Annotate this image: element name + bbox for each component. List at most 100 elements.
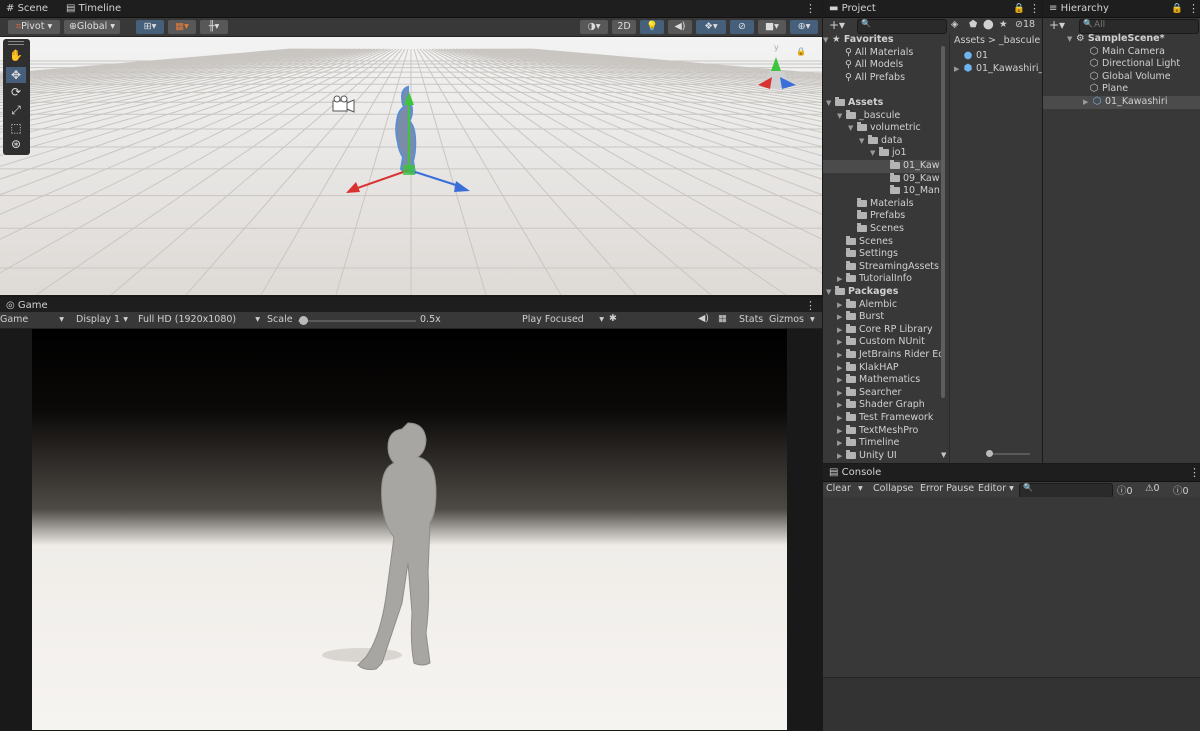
project-tree-item[interactable]: ▼ _bascule xyxy=(823,109,943,123)
stats-grid-icon[interactable]: ▦ xyxy=(718,313,727,324)
project-tree-item[interactable]: ▶ Burst xyxy=(823,311,943,324)
console-menu-dots[interactable]: ⋮ xyxy=(1189,466,1200,479)
scale-slider[interactable] xyxy=(298,316,416,325)
project-tree-item[interactable]: ▼ jo1 xyxy=(823,147,943,160)
audio-toggle[interactable]: ◀) xyxy=(668,20,692,34)
icon-size-slider-thumb[interactable] xyxy=(986,450,993,457)
project-tree-item[interactable]: ▶ KlakHAP xyxy=(823,361,943,375)
collapse-button[interactable]: Collapse xyxy=(873,483,913,494)
rect-tool-icon[interactable]: ⬚ xyxy=(6,121,26,137)
collapse-arrow-icon[interactable]: ▶ xyxy=(837,299,846,312)
scene-visibility-toggle[interactable]: ⊘ xyxy=(730,20,754,34)
project-tree-item[interactable]: ▶ Core RP Library xyxy=(823,323,943,337)
scene-root[interactable]: ▼ ⚙ SampleScene* xyxy=(1043,33,1200,46)
hierarchy-item[interactable]: ▶ ⬡ 01_Kawashiri xyxy=(1043,96,1200,109)
stats-button[interactable]: Stats xyxy=(739,314,763,325)
gizmos-dropdown[interactable]: ⊕▾ xyxy=(790,20,818,34)
project-tree-item[interactable]: ▶ Unity UI xyxy=(823,449,943,462)
game-menu-dots[interactable]: ⋮ xyxy=(805,299,816,312)
scene-character[interactable] xyxy=(0,37,822,295)
draw-mode-dropdown[interactable]: ◑▾ xyxy=(580,20,608,34)
lock-icon[interactable]: 🔒 xyxy=(1171,3,1183,14)
collapse-arrow-icon[interactable]: ▶ xyxy=(837,324,846,337)
project-tree-item[interactable]: Scenes xyxy=(823,235,943,249)
tree-scrollbar[interactable] xyxy=(941,46,945,398)
project-tree-item[interactable]: ▶ Alembic xyxy=(823,298,943,312)
project-tree-item[interactable]: ▶ JetBrains Rider Ed xyxy=(823,349,943,362)
hierarchy-item[interactable]: ⬡ Plane xyxy=(1043,83,1200,96)
collapse-arrow-icon[interactable]: ▶ xyxy=(837,349,846,362)
project-tree-item[interactable]: 10_Man xyxy=(823,185,943,198)
project-tree-item[interactable]: Scenes xyxy=(823,223,943,236)
collapse-arrow-icon[interactable]: ▶ xyxy=(837,336,846,349)
error-pause-button[interactable]: Error Pause xyxy=(920,483,974,494)
console-log-area[interactable] xyxy=(823,497,1200,677)
display-dropdown[interactable]: Display 1 ▾ xyxy=(76,314,128,325)
hidden-packages-icon[interactable]: ⊘18 xyxy=(1015,19,1035,30)
character-outline[interactable] xyxy=(395,85,417,175)
breadcrumb-assets[interactable]: Assets xyxy=(954,35,985,46)
camera-gizmo-icon[interactable] xyxy=(330,95,356,115)
collapse-arrow-icon[interactable]: ▶ xyxy=(837,374,846,387)
project-tree-item[interactable]: ▼ data xyxy=(823,134,943,148)
favorites-header[interactable]: ▼ ★ Favorites xyxy=(823,34,943,47)
move-tool-icon[interactable]: ✥ xyxy=(6,67,26,83)
transform-tool-icon[interactable]: ⊛ xyxy=(6,137,26,153)
breadcrumb-bascule[interactable]: _bascule xyxy=(999,35,1040,46)
pivot-dropdown[interactable]: ⌗Pivot ▾ xyxy=(8,20,60,34)
overlay-grip[interactable] xyxy=(8,41,24,45)
collapse-arrow-icon[interactable]: ▶ xyxy=(837,450,846,462)
grid-snap-button[interactable]: ⊞▾ xyxy=(136,20,164,34)
bug-icon[interactable]: ✱ xyxy=(609,313,617,324)
lighting-toggle[interactable]: 💡 xyxy=(640,20,664,34)
expand-arrow-icon[interactable]: ▼ xyxy=(848,122,857,135)
favorite-item[interactable]: ⚲ All Prefabs xyxy=(823,72,943,85)
expand-arrow-icon[interactable]: ▼ xyxy=(826,97,835,110)
log-count-toggle[interactable]: ⓘ0 xyxy=(1117,483,1133,497)
collapse-arrow-icon[interactable]: ▶ xyxy=(837,425,846,438)
resolution-dropdown[interactable]: Full HD (1920x1080) ▾ xyxy=(138,314,260,325)
editor-dropdown[interactable]: Editor ▾ xyxy=(978,483,1014,494)
scale-tool-icon[interactable]: ⤢ xyxy=(6,103,26,119)
project-tree-item[interactable]: ▶ TextMeshPro xyxy=(823,424,943,438)
z-axis-arrow[interactable] xyxy=(454,181,470,192)
lock-icon[interactable]: 🔒 xyxy=(1013,3,1025,14)
mute-audio-icon[interactable]: ◀) xyxy=(698,313,709,324)
tab-console[interactable]: ▤ Console xyxy=(825,464,887,482)
project-tree-item[interactable]: Settings xyxy=(823,248,943,261)
console-search-input[interactable]: 🔍 xyxy=(1019,483,1113,498)
play-mode-dropdown[interactable]: Play Focused ▾ xyxy=(522,314,604,325)
create-object-button[interactable]: +▾ xyxy=(1049,18,1065,32)
project-tree-item[interactable]: ▶ Shader Graph xyxy=(823,399,943,412)
console-detail-area[interactable] xyxy=(823,677,1200,731)
scene-viewport[interactable]: y 🔒 ✋ ✥ ⟳ ⤢ ⬚ ⊛ xyxy=(0,37,822,295)
favorite-item[interactable]: ⚲ All Models xyxy=(823,59,943,72)
expand-arrow-icon[interactable]: ▼ xyxy=(837,110,846,123)
global-dropdown[interactable]: ⊕Global ▾ xyxy=(64,20,120,34)
hand-tool-icon[interactable]: ✋ xyxy=(6,49,26,65)
warning-count-toggle[interactable]: ⚠0 xyxy=(1145,483,1160,494)
z-axis-handle[interactable] xyxy=(408,169,463,188)
create-asset-button[interactable]: +▾ xyxy=(829,18,845,32)
expand-arrow-icon[interactable]: ▼ xyxy=(826,286,835,299)
error-count-toggle[interactable]: ⓘ0 xyxy=(1173,483,1189,497)
project-tree-item[interactable]: ▼ Assets xyxy=(823,97,943,110)
favorite-star-icon[interactable]: ★ xyxy=(999,19,1008,30)
project-tree-item[interactable]: 01_Kaw xyxy=(823,160,943,173)
lock-view-icon[interactable]: 🔒 xyxy=(796,47,806,56)
project-tree-item[interactable]: ▶ Mathematics xyxy=(823,374,943,387)
gizmos-button[interactable]: Gizmos xyxy=(769,314,804,325)
collapse-arrow-icon[interactable]: ▶ xyxy=(837,273,846,286)
clear-options-arrow-icon[interactable]: ▾ xyxy=(858,483,863,494)
tab-project[interactable]: ▬ Project xyxy=(825,0,882,18)
expand-arrow-icon[interactable]: ▼ xyxy=(870,147,879,160)
ruler-button[interactable]: ╫▾ xyxy=(200,20,228,34)
project-tree-item[interactable]: StreamingAssets xyxy=(823,260,943,274)
tab-scene[interactable]: # Scene xyxy=(2,0,54,18)
collapse-arrow-icon[interactable]: ▶ xyxy=(837,311,846,324)
game-view-dropdown[interactable]: Game ▾ xyxy=(0,314,66,325)
game-render[interactable] xyxy=(32,329,787,730)
collapse-arrow-icon[interactable]: ▶ xyxy=(837,437,846,450)
collapse-arrow-icon[interactable]: ▶ xyxy=(837,362,846,375)
project-tree-item[interactable]: ▼ Packages xyxy=(823,286,943,299)
